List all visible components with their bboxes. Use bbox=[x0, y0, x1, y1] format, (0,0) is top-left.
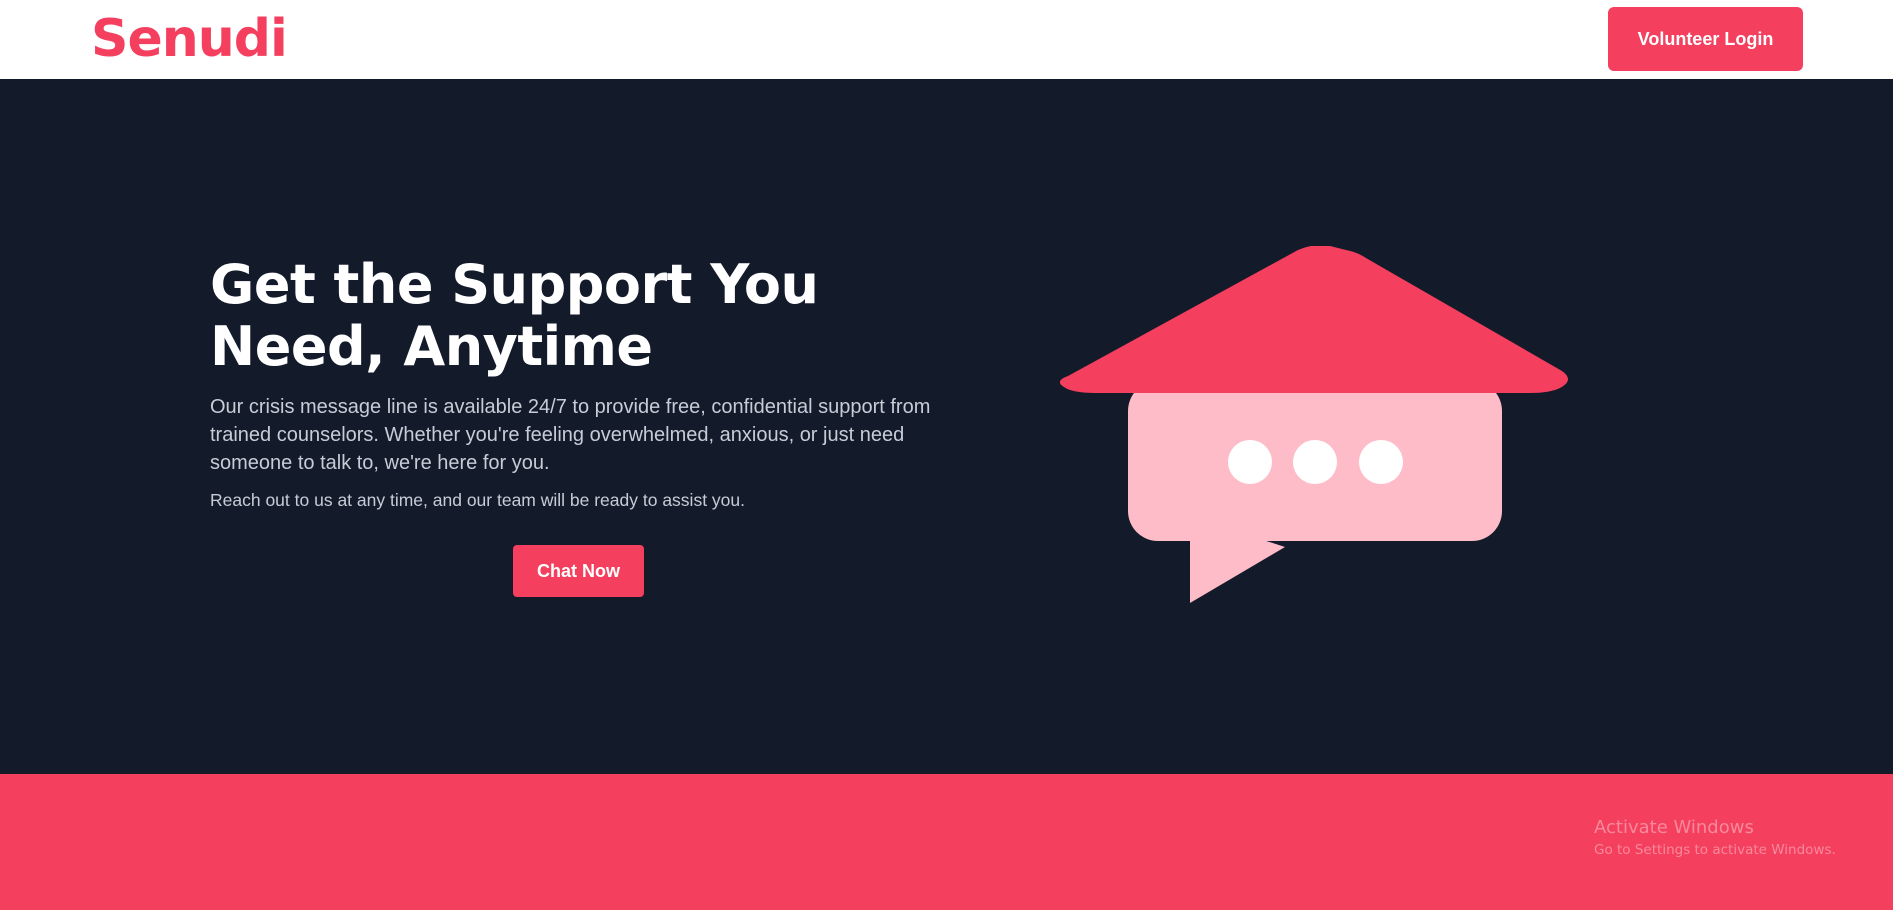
site-header: Senudi Volunteer Login bbox=[0, 0, 1893, 79]
hero-title: Get the Support You Need, Anytime bbox=[210, 253, 819, 378]
activate-windows-subtitle: Go to Settings to activate Windows. bbox=[1594, 842, 1836, 858]
typing-dot bbox=[1228, 440, 1272, 484]
activate-windows-title: Activate Windows bbox=[1594, 817, 1754, 838]
hero-section: Get the Support You Need, Anytime Our cr… bbox=[0, 79, 1893, 774]
house-chat-bubble-icon bbox=[1060, 246, 1568, 603]
volunteer-login-button[interactable]: Volunteer Login bbox=[1608, 7, 1803, 71]
typing-dot bbox=[1359, 440, 1403, 484]
chat-now-button[interactable]: Chat Now bbox=[513, 545, 644, 597]
typing-dot bbox=[1293, 440, 1337, 484]
site-logo[interactable]: Senudi bbox=[91, 6, 288, 72]
roof-shape bbox=[1060, 246, 1568, 393]
hero-description: Our crisis message line is available 24/… bbox=[210, 396, 931, 474]
hero-note: Reach out to us at any time, and our tea… bbox=[210, 490, 745, 510]
